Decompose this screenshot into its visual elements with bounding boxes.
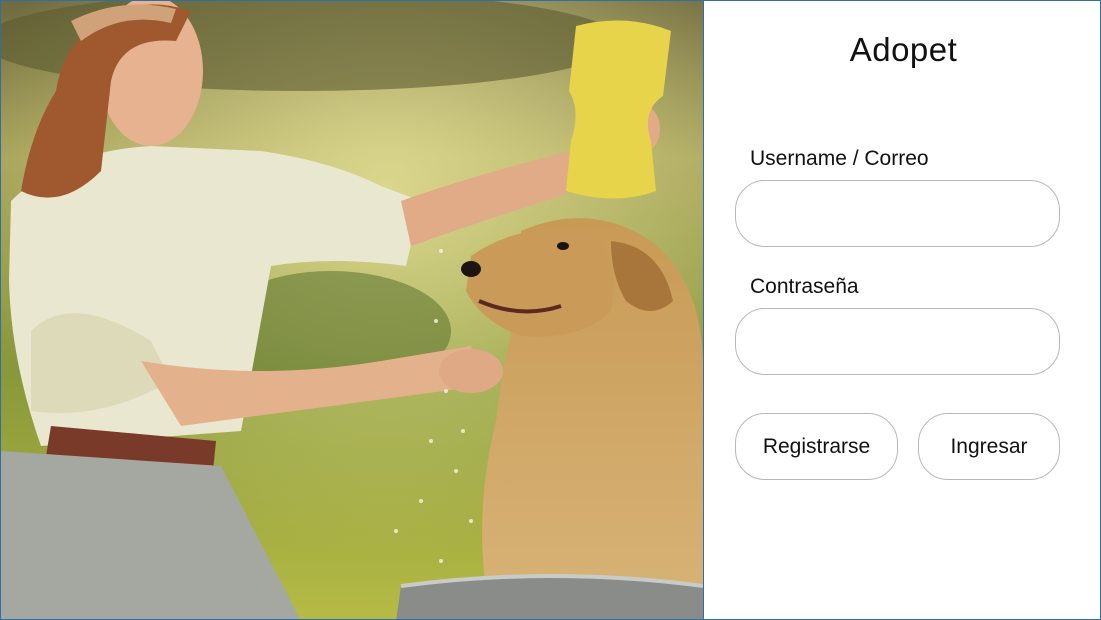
username-input[interactable] — [735, 180, 1060, 247]
login-button[interactable]: Ingresar — [918, 413, 1060, 480]
register-button[interactable]: Registrarse — [735, 413, 898, 480]
username-label: Username / Correo — [750, 147, 929, 170]
woman-bathing-dog-illustration — [1, 1, 703, 619]
password-input[interactable] — [735, 308, 1060, 375]
hero-photo — [1, 1, 704, 619]
password-label: Contraseña — [750, 275, 859, 298]
app-title: Adopet — [849, 31, 958, 68]
app-window: Adopet Username / Correo Contraseña Regi… — [0, 0, 1101, 620]
